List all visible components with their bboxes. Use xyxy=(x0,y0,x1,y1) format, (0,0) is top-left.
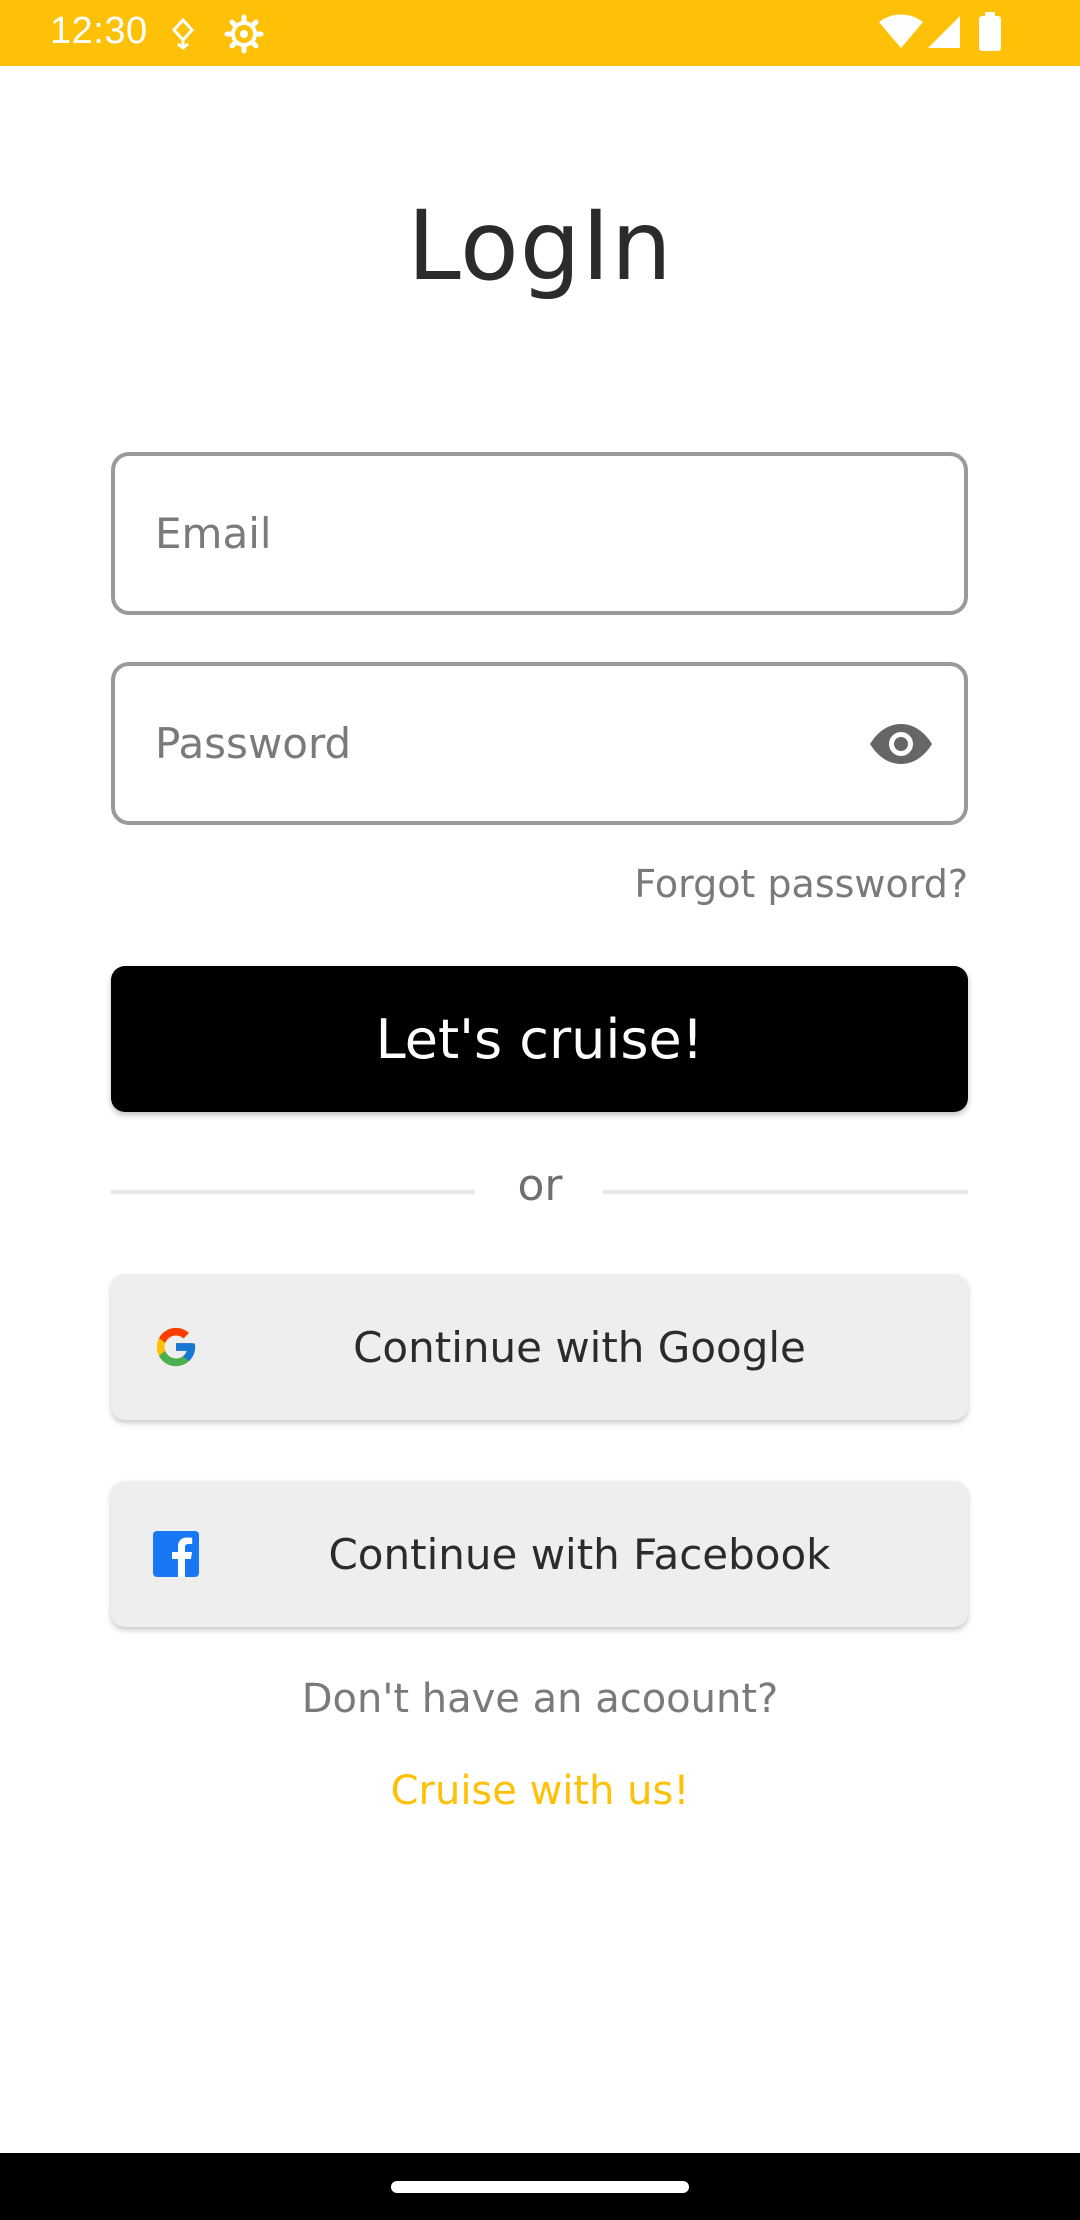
login-button[interactable]: Let's cruise! xyxy=(111,966,968,1112)
page-title: LogIn xyxy=(407,190,673,302)
status-bar: 12:30 xyxy=(0,0,1080,66)
status-time: 12:30 xyxy=(50,10,148,52)
battery-icon xyxy=(979,12,1001,51)
forgot-password-link[interactable]: Forgot password? xyxy=(634,862,968,906)
wifi-icon xyxy=(879,14,923,48)
login-screen: 12:30 LogIn Email Forgot password? Let's… xyxy=(0,0,1080,2220)
password-input[interactable] xyxy=(155,666,855,821)
google-signin-button[interactable]: Continue with Google xyxy=(111,1274,968,1420)
facebook-button-label: Continue with Facebook xyxy=(328,1529,831,1579)
email-field[interactable] xyxy=(111,452,968,615)
signup-link[interactable]: Cruise with us! xyxy=(0,1768,1080,1814)
navigation-icon xyxy=(171,18,195,50)
facebook-signin-button[interactable]: Continue with Facebook xyxy=(111,1481,968,1627)
visibility-eye-icon[interactable] xyxy=(868,722,934,766)
password-field[interactable] xyxy=(111,662,968,825)
divider-or-text: or xyxy=(517,1160,563,1211)
google-button-label: Continue with Google xyxy=(353,1322,806,1372)
signup-prompt: Don't have an acoount? xyxy=(301,1676,779,1722)
cellular-signal-icon xyxy=(928,16,960,48)
email-input[interactable] xyxy=(155,456,855,611)
divider-line-right xyxy=(603,1190,968,1194)
home-indicator[interactable] xyxy=(391,2181,689,2193)
settings-gear-icon xyxy=(224,14,264,54)
system-navigation-bar xyxy=(0,2153,1080,2220)
